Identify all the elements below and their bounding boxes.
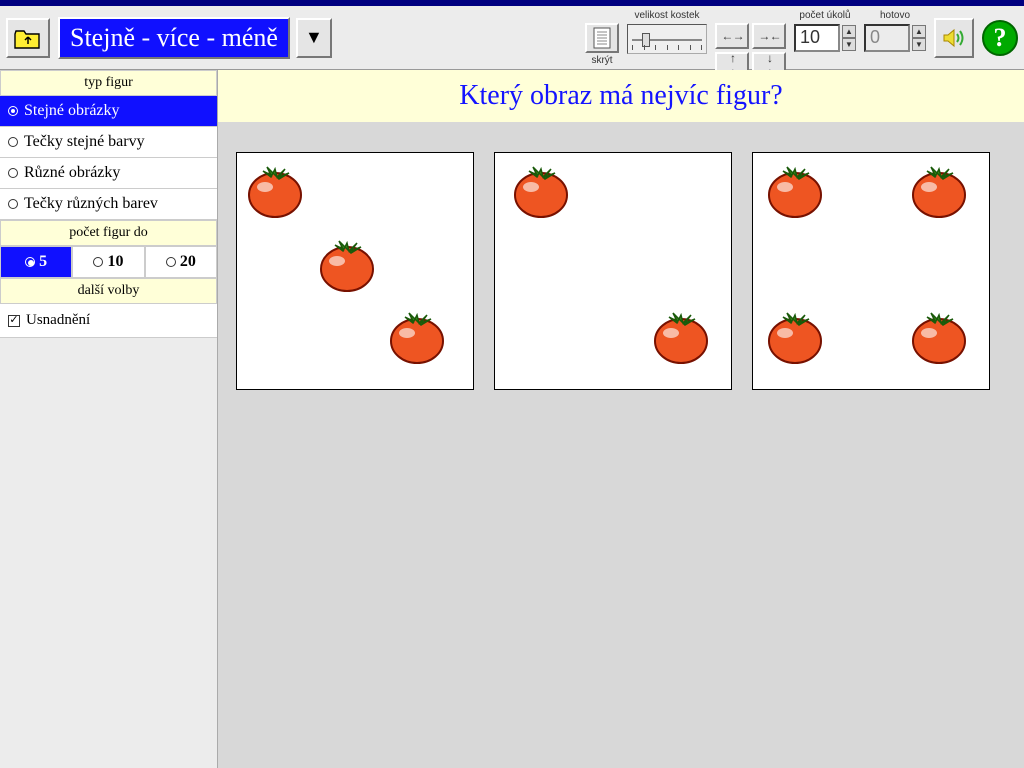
arrows-in-h-icon: ← → <box>721 29 742 43</box>
folder-up-icon <box>14 27 42 49</box>
figure-count-header: počet figur do <box>0 220 217 246</box>
answer-panel[interactable] <box>494 152 732 390</box>
dice-size-slider[interactable] <box>627 24 707 54</box>
activity-dropdown-button[interactable]: ▼ <box>296 18 332 58</box>
answer-panel[interactable] <box>236 152 474 390</box>
page-icon <box>593 27 611 49</box>
figure-type-option[interactable]: Tečky stejné barvy <box>0 127 217 158</box>
arrows-out-h-icon: → ← <box>758 29 779 43</box>
width-shrink-button[interactable]: ← → <box>715 23 749 49</box>
radio-icon <box>8 137 18 147</box>
radio-icon <box>166 257 176 267</box>
dice-size-label: velikost kostek <box>634 10 699 22</box>
option-label: 5 <box>39 253 47 271</box>
tasks-count-input[interactable]: 10 <box>794 24 840 52</box>
option-label: 10 <box>107 253 123 271</box>
radio-icon <box>93 257 103 267</box>
tasks-up-button[interactable]: ▲ <box>842 25 856 38</box>
speaker-icon <box>941 25 967 51</box>
tomato-icon <box>245 159 305 219</box>
help-button[interactable]: ? <box>982 20 1018 56</box>
sound-button[interactable] <box>934 18 974 58</box>
tomato-icon <box>387 305 447 365</box>
hide-button[interactable] <box>585 23 619 53</box>
done-up-button[interactable]: ▲ <box>912 25 926 38</box>
done-down-button[interactable]: ▼ <box>912 38 926 51</box>
tomato-icon <box>765 159 825 219</box>
chevron-down-icon: ▼ <box>305 27 323 48</box>
tomato-icon <box>651 305 711 365</box>
option-label: 20 <box>180 253 196 271</box>
simplify-label: Usnadnění <box>26 312 90 329</box>
open-folder-button[interactable] <box>6 18 50 58</box>
toolbar: Stejně - více - méně ▼ skrýt velikost ko… <box>0 6 1024 70</box>
question-icon: ? <box>994 23 1007 53</box>
figure-count-option[interactable]: 5 <box>0 246 72 278</box>
sidebar: typ figur Stejné obrázky Tečky stejné bar… <box>0 70 218 768</box>
figure-type-option[interactable]: Tečky různých barev <box>0 189 217 220</box>
figure-type-option[interactable]: Stejné obrázky <box>0 96 217 127</box>
option-label: Tečky stejné barvy <box>24 133 145 151</box>
main-area: Který obraz má nejvíc figur? <box>218 70 1024 768</box>
activity-title: Stejně - více - méně <box>58 17 290 59</box>
tomato-icon <box>511 159 571 219</box>
width-grow-button[interactable]: → ← <box>752 23 786 49</box>
hide-label: skrýt <box>591 55 612 66</box>
radio-icon <box>8 199 18 209</box>
done-count-display: 0 <box>864 24 910 52</box>
figure-count-option[interactable]: 10 <box>72 246 144 278</box>
hide-tool: skrýt <box>585 10 619 66</box>
question-text: Který obraz má nejvíc figur? <box>218 70 1024 122</box>
option-label: Různé obrázky <box>24 164 120 182</box>
checkbox-icon: ✓ <box>8 315 20 327</box>
tomato-icon <box>765 305 825 365</box>
tasks-down-button[interactable]: ▼ <box>842 38 856 51</box>
done-label: hotovo <box>880 10 910 22</box>
simplify-checkbox[interactable]: ✓ Usnadnění <box>0 304 217 338</box>
option-label: Stejné obrázky <box>24 102 120 120</box>
figure-type-header: typ figur <box>0 70 217 96</box>
tomato-icon <box>909 305 969 365</box>
tasks-count-label: počet úkolů <box>799 10 850 22</box>
answer-panels <box>218 122 1024 420</box>
tomato-icon <box>909 159 969 219</box>
figure-type-option[interactable]: Různé obrázky <box>0 158 217 189</box>
radio-icon <box>8 106 18 116</box>
radio-icon <box>8 168 18 178</box>
answer-panel[interactable] <box>752 152 990 390</box>
radio-icon <box>25 257 35 267</box>
tomato-icon <box>317 233 377 293</box>
figure-count-option[interactable]: 20 <box>145 246 217 278</box>
other-options-header: další volby <box>0 278 217 304</box>
option-label: Tečky různých barev <box>24 195 158 213</box>
